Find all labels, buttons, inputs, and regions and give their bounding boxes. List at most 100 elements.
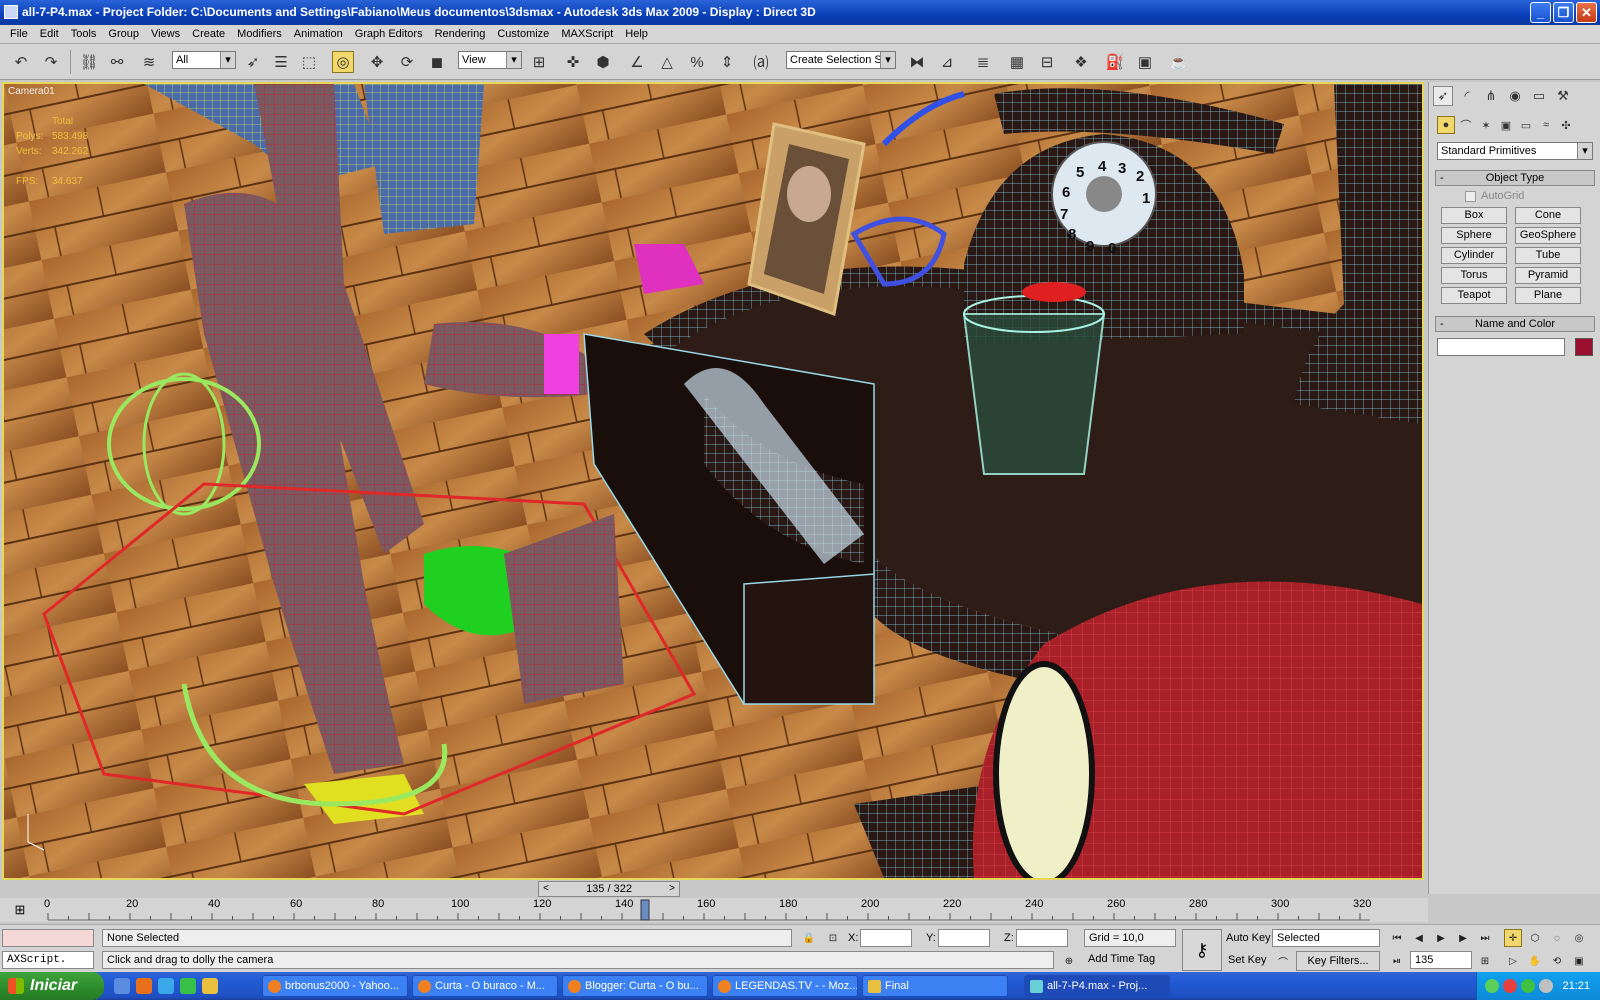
curve-editor-icon[interactable]: ▦: [1006, 51, 1028, 73]
selection-filter-select[interactable]: All: [172, 51, 236, 69]
select-manipulate-icon[interactable]: ✜: [562, 51, 584, 73]
space-warps-icon[interactable]: ≈: [1537, 116, 1555, 134]
task-curta[interactable]: Curta - O buraco - M...: [412, 975, 558, 997]
object-type-rollout-header[interactable]: - Object Type: [1435, 170, 1595, 186]
zoom-all-icon[interactable]: ⬡: [1526, 929, 1544, 947]
firefox-icon[interactable]: [136, 978, 152, 994]
cameras-icon[interactable]: ▣: [1497, 116, 1515, 134]
select-link-icon[interactable]: ⛓: [78, 51, 100, 73]
next-frame-icon[interactable]: ▶: [1454, 929, 1472, 947]
schematic-view-icon[interactable]: ⊟: [1036, 51, 1058, 73]
set-key-button[interactable]: Set Key: [1228, 954, 1267, 966]
mirror-icon[interactable]: ⧓: [906, 51, 928, 73]
create-tab-icon[interactable]: ➶: [1433, 86, 1453, 106]
hierarchy-tab-icon[interactable]: ⋔: [1481, 86, 1501, 106]
start-button[interactable]: Iniciar: [0, 972, 104, 1000]
x-coordinate-input[interactable]: [860, 929, 912, 947]
folder-icon[interactable]: [202, 978, 218, 994]
mini-curve-editor-icon[interactable]: ⊞: [8, 902, 32, 918]
cylinder-button[interactable]: Cylinder: [1441, 247, 1507, 264]
menu-maxscript[interactable]: MAXScript: [555, 28, 619, 40]
restore-button[interactable]: ❐: [1553, 2, 1574, 23]
prev-frame-arrow-icon[interactable]: <: [539, 882, 553, 896]
ie-icon[interactable]: [158, 978, 174, 994]
cone-button[interactable]: Cone: [1515, 207, 1581, 224]
geometry-icon[interactable]: ●: [1437, 116, 1455, 134]
redo-icon[interactable]: ↷: [40, 51, 62, 73]
systems-icon[interactable]: ✣: [1557, 116, 1575, 134]
go-to-end-icon[interactable]: ⏭: [1476, 929, 1494, 947]
previous-frame-icon[interactable]: ◀: [1410, 929, 1428, 947]
default-in-out-tangent-icon[interactable]: ⌒: [1274, 952, 1292, 970]
pivot-center-icon[interactable]: ⊞: [528, 51, 550, 73]
menu-file[interactable]: File: [4, 28, 34, 40]
menu-create[interactable]: Create: [186, 28, 231, 40]
tube-button[interactable]: Tube: [1515, 247, 1581, 264]
maxscript-mini-listener[interactable]: AXScript.: [2, 951, 94, 969]
display-tab-icon[interactable]: ▭: [1529, 86, 1549, 106]
orbit-camera-icon[interactable]: ◎: [1570, 929, 1588, 947]
unlink-icon[interactable]: ⚯: [106, 51, 128, 73]
selection-lock-icon[interactable]: 🔒: [800, 929, 818, 947]
menu-help[interactable]: Help: [619, 28, 654, 40]
select-object-icon[interactable]: ➶: [242, 51, 264, 73]
lights-icon[interactable]: ✶: [1477, 116, 1495, 134]
pyramid-button[interactable]: Pyramid: [1515, 267, 1581, 284]
go-to-start-icon[interactable]: ⏮: [1388, 929, 1406, 947]
layer-manager-icon[interactable]: ≣: [972, 51, 994, 73]
geosphere-button[interactable]: GeoSphere: [1515, 227, 1581, 244]
menu-modifiers[interactable]: Modifiers: [231, 28, 288, 40]
snap-toggle-icon[interactable]: ∠: [626, 51, 648, 73]
task-legendas[interactable]: LEGENDAS.TV - - Moz...: [712, 975, 858, 997]
undo-icon[interactable]: ↶: [10, 51, 32, 73]
move-icon[interactable]: ✥: [366, 51, 388, 73]
percent-snap-icon[interactable]: %: [686, 51, 708, 73]
maximize-viewport-icon[interactable]: ▣: [1570, 952, 1588, 970]
menu-group[interactable]: Group: [102, 28, 145, 40]
plane-button[interactable]: Plane: [1515, 287, 1581, 304]
torus-button[interactable]: Torus: [1441, 267, 1507, 284]
time-tag-icon[interactable]: ⊕: [1060, 952, 1078, 970]
track-bar[interactable]: ⊞ 0 20 40 60 80 100 120 140 160 180 200 …: [0, 898, 1428, 922]
time-slider[interactable]: < 135 / 322 >: [538, 881, 680, 897]
task-yahoo[interactable]: brbonus2000 - Yahoo...: [262, 975, 408, 997]
viewport-label[interactable]: Camera01: [8, 86, 55, 97]
menu-tools[interactable]: Tools: [65, 28, 103, 40]
zoom-icon[interactable]: ✛: [1504, 929, 1522, 947]
network-icon[interactable]: [1485, 979, 1499, 993]
task-3dsmax[interactable]: all-7-P4.max - Proj...: [1024, 975, 1170, 997]
close-button[interactable]: ✕: [1576, 2, 1597, 23]
sphere-button[interactable]: Sphere: [1441, 227, 1507, 244]
pan-hand-icon[interactable]: ✋: [1526, 952, 1544, 970]
current-frame-input[interactable]: 135: [1410, 951, 1472, 969]
shapes-icon[interactable]: ⌒: [1457, 116, 1475, 134]
task-final-folder[interactable]: Final: [862, 975, 1008, 997]
object-name-input[interactable]: [1437, 338, 1565, 356]
minimize-button[interactable]: _: [1530, 2, 1551, 23]
orbit-icon[interactable]: ⟲: [1548, 952, 1566, 970]
rendered-frame-window-icon[interactable]: ▣: [1134, 51, 1156, 73]
utilities-tab-icon[interactable]: ⚒: [1553, 86, 1573, 106]
task-blogger[interactable]: Blogger: Curta - O bu...: [562, 975, 708, 997]
motion-tab-icon[interactable]: ◉: [1505, 86, 1525, 106]
absolute-mode-icon[interactable]: ⊡: [824, 929, 842, 947]
teapot-button[interactable]: Teapot: [1441, 287, 1507, 304]
rectangular-selection-icon[interactable]: ⬚: [298, 51, 320, 73]
window-crossing-icon[interactable]: ◎: [332, 51, 354, 73]
reference-coordinate-select[interactable]: View: [458, 51, 522, 69]
modify-tab-icon[interactable]: ◜: [1457, 86, 1477, 106]
render-setup-icon[interactable]: ⛽: [1104, 51, 1126, 73]
menu-views[interactable]: Views: [145, 28, 186, 40]
quick-render-icon[interactable]: ☕: [1168, 51, 1190, 73]
volume-icon[interactable]: [1539, 979, 1553, 993]
y-coordinate-input[interactable]: [938, 929, 990, 947]
bind-space-warp-icon[interactable]: ≋: [138, 51, 160, 73]
key-filters-button[interactable]: Key Filters...: [1296, 951, 1380, 971]
menu-animation[interactable]: Animation: [288, 28, 349, 40]
add-time-tag[interactable]: Add Time Tag: [1084, 951, 1176, 969]
dolly-camera-icon[interactable]: ▷: [1504, 952, 1522, 970]
menu-edit[interactable]: Edit: [34, 28, 65, 40]
set-key-big-icon[interactable]: ⚷: [1182, 929, 1222, 971]
align-icon[interactable]: ⊿: [936, 51, 958, 73]
rotate-icon[interactable]: ⟳: [396, 51, 418, 73]
